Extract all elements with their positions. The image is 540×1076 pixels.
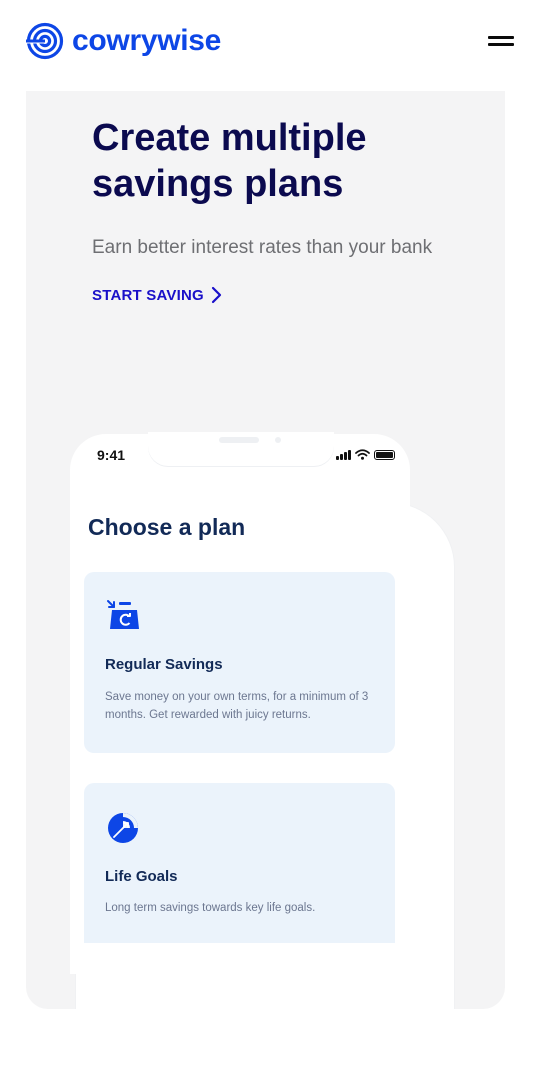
goal-target-icon <box>108 813 138 843</box>
hero-title: Create multiple savings plans <box>92 117 367 205</box>
site-header: cowrywise <box>0 0 540 90</box>
plan-description: Long term savings towards key life goals… <box>105 902 316 914</box>
status-icons <box>336 449 395 460</box>
status-time: 9:41 <box>97 447 126 463</box>
start-saving-label: START SAVING <box>92 286 204 304</box>
choose-plan-title: Choose a plan <box>88 514 246 540</box>
plan-card-regular-savings[interactable]: Regular Savings Save money on your own t… <box>84 572 395 753</box>
start-saving-link[interactable]: START SAVING <box>92 286 222 304</box>
hero-subtitle: Earn better interest rates than your ban… <box>92 237 433 258</box>
savings-refresh-icon <box>107 600 139 629</box>
hamburger-menu-icon[interactable] <box>486 34 516 50</box>
hero-bottom-cut <box>0 1009 540 1076</box>
chevron-right-icon <box>211 286 221 304</box>
cellular-signal-icon <box>336 449 351 460</box>
plan-name: Life Goals <box>105 868 178 885</box>
brand-name: cowrywise <box>72 24 222 57</box>
plan-description: Save money on your own terms, for a mini… <box>105 691 369 721</box>
phone-speaker <box>219 437 259 443</box>
plan-name: Regular Savings <box>105 656 223 673</box>
phone-camera <box>275 437 281 443</box>
brand-logo[interactable]: cowrywise <box>26 22 221 60</box>
plan-card-life-goals[interactable]: Life Goals Long term savings towards key… <box>84 783 395 943</box>
concentric-rings-logo-icon <box>26 22 64 60</box>
wifi-icon <box>355 449 370 460</box>
battery-icon <box>374 449 395 460</box>
